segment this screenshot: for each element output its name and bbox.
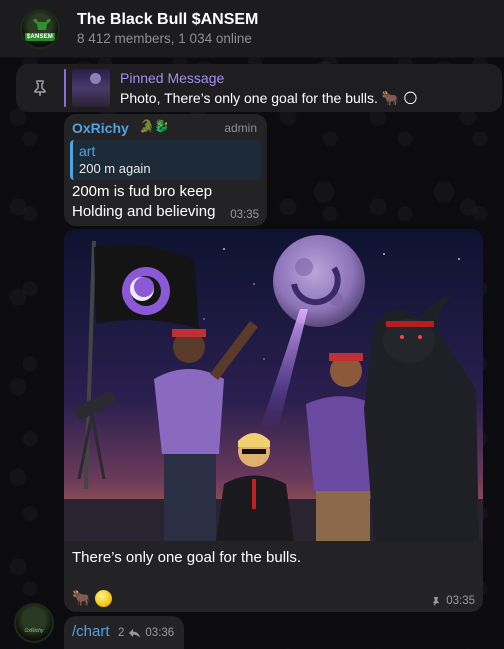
photo-message-bubble[interactable]: There’s only one goal for the bulls. 🐂 0…	[64, 229, 483, 612]
reply-text: 200 m again	[79, 161, 151, 176]
sender-name[interactable]: OxRichy	[72, 120, 129, 136]
members-count: 8 412 members, 1 034 online	[77, 30, 252, 46]
photo-caption: There’s only one goal for the bulls.	[72, 549, 302, 566]
command-time: 03:36	[145, 627, 175, 639]
pin-icon[interactable]	[30, 78, 50, 98]
reply-count: 2	[118, 627, 125, 639]
pinned-thumbnail	[72, 69, 110, 107]
chat-title: The Black Bull $ANSEM	[77, 10, 259, 28]
message-time: 03:35	[230, 209, 259, 221]
avatar-tag: $ANSEM	[24, 32, 56, 41]
chat-avatar[interactable]: $ANSEM	[20, 8, 60, 49]
sender-badges: 🐊🐉	[139, 119, 169, 133]
chat-header[interactable]: $ANSEM The Black Bull $ANSEM 8 412 membe…	[0, 0, 504, 58]
pinned-indicator	[64, 69, 66, 107]
admin-badge: admin	[224, 121, 257, 135]
reply-quote[interactable]: art 200 m again	[70, 140, 261, 180]
sender-avatar-tag: OxRichy	[24, 628, 44, 634]
bull-emoji: 🐂	[72, 590, 91, 607]
message-emojis: 🐂	[72, 589, 112, 607]
photo-meta: 03:35	[431, 595, 475, 607]
reply-sender: art	[79, 143, 96, 159]
sender-avatar[interactable]: OxRichy	[14, 603, 54, 643]
photo-image[interactable]	[64, 229, 483, 541]
pinned-title: Pinned Message	[120, 70, 225, 86]
command-link[interactable]: /chart	[72, 623, 110, 640]
message-bubble[interactable]: OxRichy 🐊🐉 admin art 200 m again 200m is…	[64, 114, 267, 226]
pinned-preview: Photo, There’s only one goal for the bul…	[120, 90, 418, 106]
moon-emoji-icon	[94, 589, 112, 607]
message-meta: 2 03:36	[118, 627, 174, 639]
command-message-bubble[interactable]: /chart 2 03:36	[64, 616, 184, 649]
pinned-small-icon	[433, 597, 440, 606]
pinned-message-bar[interactable]: Pinned Message Photo, There’s only one g…	[16, 64, 502, 112]
photo-time: 03:35	[446, 595, 475, 607]
bull-logo-icon	[33, 18, 51, 30]
reply-arrow-icon[interactable]	[129, 628, 141, 638]
